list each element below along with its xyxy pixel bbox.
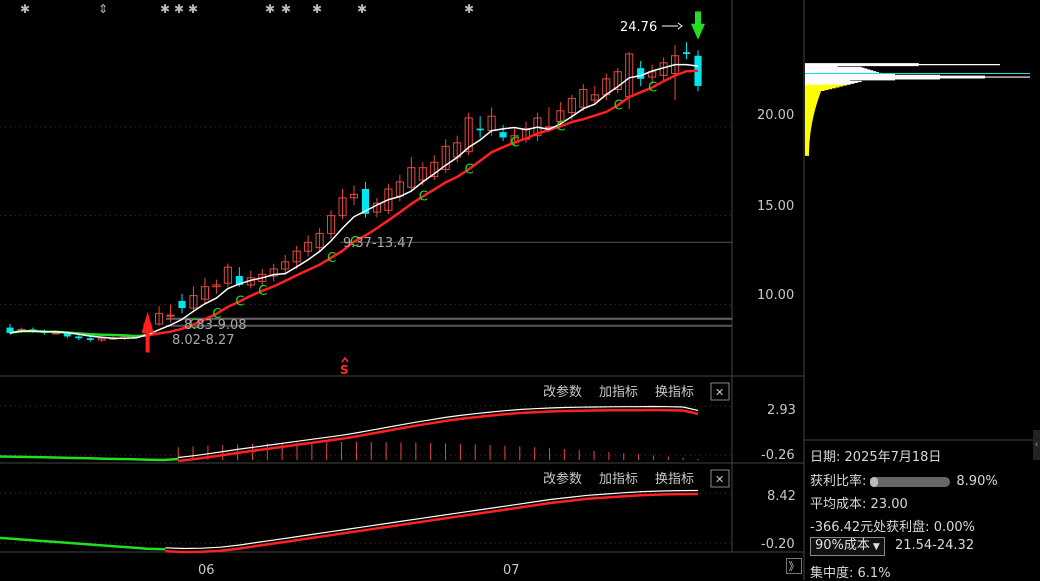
- s-marker: S: [340, 363, 349, 377]
- add-indicator-button-1[interactable]: 加指标: [599, 385, 638, 400]
- chevron-down-icon: ▼: [872, 542, 880, 552]
- chip-distribution: [805, 63, 1030, 156]
- zone-mid-label: 8.83-9.08: [184, 318, 247, 333]
- event-star-icon: ✱: [188, 2, 198, 16]
- candle-body: [178, 300, 186, 309]
- event-star-icon: ✱: [357, 2, 367, 16]
- signal-letter: C: [465, 162, 474, 177]
- event-star-icon: ✱: [312, 2, 322, 16]
- candle-body: [476, 128, 484, 131]
- candle-body: [166, 314, 175, 317]
- profit-ratio-bar: [870, 476, 951, 487]
- event-star-icon: ✱: [464, 2, 474, 16]
- profit-ratio-label: 获利比率:: [810, 474, 867, 489]
- signal-letter: C: [419, 189, 428, 204]
- price-tick-15: 15.00: [757, 199, 794, 214]
- cost-row: 90%成本 ▼ 21.54-24.32: [810, 537, 974, 556]
- cost-range: 21.54-24.32: [894, 538, 975, 553]
- ind1-tick-top: 2.93: [767, 403, 796, 418]
- side-collapse-tab[interactable]: ‹: [1033, 430, 1040, 460]
- signal-letter: C: [327, 251, 336, 266]
- indicator-line-slow: [178, 408, 699, 463]
- signal-letter: C: [648, 81, 657, 96]
- price-tick-10: 10.00: [757, 288, 794, 303]
- price-profit-value: 0.00%: [933, 520, 976, 535]
- high-pointer-arrow: [677, 22, 683, 30]
- event-star-icon: ✱: [160, 2, 170, 16]
- change-params-button-2[interactable]: 改参数: [543, 471, 582, 487]
- avg-cost-row: 平均成本: 23.00: [810, 493, 908, 512]
- candles: [6, 42, 702, 342]
- event-star-icon: ✱: [265, 2, 275, 16]
- zone-upper-label: 9.37-13.47: [343, 236, 414, 251]
- price-tick-20: 20.00: [757, 108, 794, 123]
- candle-body: [86, 338, 94, 341]
- switch-indicator-button-1[interactable]: 换指标: [655, 385, 694, 400]
- concentration-value: 6.1%: [857, 566, 891, 581]
- profit-ratio-value: 8.90%: [956, 474, 998, 489]
- price-profit-label: -366.42元处获利盘:: [810, 520, 930, 535]
- avg-cost-value: 23.00: [870, 497, 908, 512]
- ind2-tick-top: 8.42: [767, 489, 796, 504]
- signal-letter: C: [556, 119, 565, 134]
- buy-arrow-icon: [141, 311, 154, 353]
- sell-arrow-icon: [691, 11, 705, 40]
- close-icon: ✕: [715, 473, 724, 486]
- switch-indicator-button-2[interactable]: 换指标: [655, 472, 694, 487]
- ind2-tick-bottom: -0.20: [761, 537, 795, 552]
- x-label-07: 07: [503, 563, 520, 578]
- date-row: 日期: 2025年7月18日: [810, 446, 941, 465]
- signal-letter: C: [258, 284, 267, 299]
- zone-low-label: 8.02-8.27: [172, 333, 235, 348]
- indicator-panel-1: [0, 405, 699, 463]
- indicator-panel-2: [0, 489, 699, 554]
- ind1-tick-bottom: -0.26: [761, 448, 795, 463]
- date-label: 日期:: [810, 450, 841, 465]
- event-star-icon: ✱: [281, 2, 291, 16]
- change-params-button-1[interactable]: 改参数: [543, 384, 582, 400]
- avg-cost-label: 平均成本:: [810, 497, 867, 512]
- cost-select[interactable]: 90%成本 ▼: [810, 537, 885, 556]
- cost-select-value: 90%成本: [815, 538, 870, 553]
- expand-button[interactable]: 》: [786, 558, 802, 574]
- add-indicator-button-2[interactable]: 加指标: [599, 472, 638, 487]
- signal-markers: CCCCCCCCCCCC: [141, 11, 705, 363]
- signal-letter: C: [614, 98, 623, 113]
- close-icon: ✕: [715, 386, 724, 399]
- candle-body: [75, 336, 83, 339]
- x-label-06: 06: [198, 563, 215, 578]
- signal-letter: C: [511, 135, 520, 150]
- candle-body: [499, 132, 507, 138]
- event-star-icon: ✱: [20, 2, 30, 16]
- indicator-line-early: [0, 455, 179, 462]
- event-arrow-icon: ⇕: [98, 2, 108, 16]
- profit-ratio-fill: [870, 476, 878, 487]
- event-star-icon: ✱: [174, 2, 184, 16]
- candle-body: [637, 68, 645, 79]
- indicator-line-early: [0, 536, 166, 551]
- candle-body: [682, 52, 691, 54]
- profit-ratio-row: 获利比率: 8.90%: [810, 470, 998, 489]
- concentration-label: 集中度:: [810, 566, 854, 581]
- s-marker-arrow: [341, 356, 349, 363]
- signal-letter: C: [235, 295, 244, 310]
- price-profit-row: -366.42元处获利盘: 0.00%: [810, 516, 975, 535]
- chip-info-panel: 日期: 2025年7月18日 获利比率: 8.90% 平均成本: 23.00 -3…: [804, 440, 1040, 581]
- concentration-row: 集中度: 6.1%: [810, 562, 891, 581]
- high-price-label: 24.76: [620, 20, 657, 35]
- date-value: 2025年7月18日: [844, 450, 942, 465]
- event-markers: ✱ ✱ ✱ ✱ ✱ ✱ ✱ ✱ ✱ ⇕: [20, 2, 474, 16]
